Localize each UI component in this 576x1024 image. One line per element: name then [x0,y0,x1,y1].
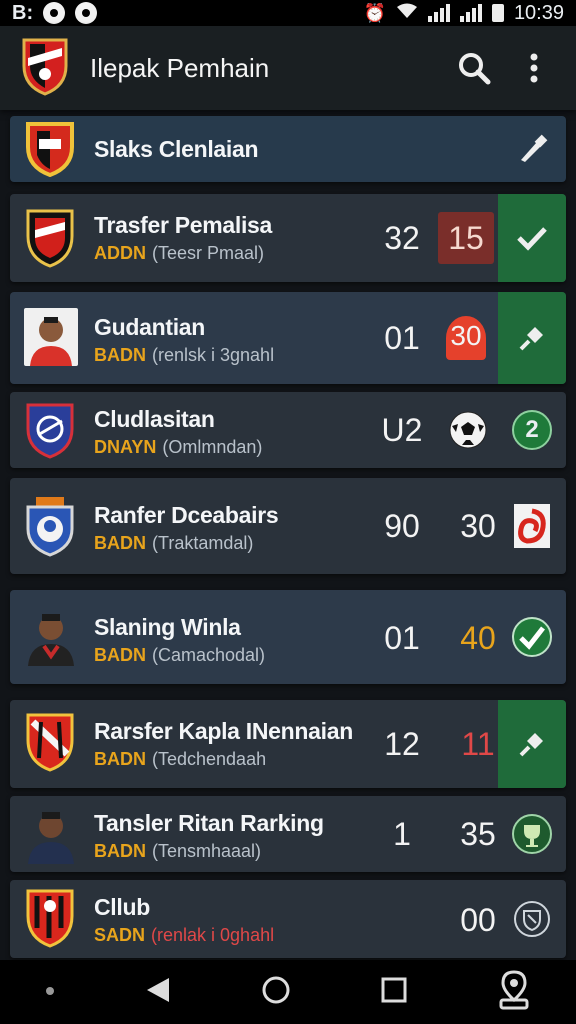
app-logo-icon [20,36,70,101]
row-name: Trasfer Pemalisa [94,212,273,238]
row-name: Slaks Clenlaian [94,136,259,162]
shield-icon[interactable] [498,880,566,958]
row-tag: DNAYN [94,437,157,457]
status-time: 10:39 [513,1,564,24]
pin-icon[interactable] [498,292,566,384]
location-icon[interactable] [497,969,531,1015]
row-sub: (Omlmndan) [162,437,263,457]
stat-value: 1 [393,816,411,852]
signal-icon [427,4,450,22]
wifi-icon [396,2,418,25]
row-tag: BADN [94,645,146,665]
row-name: Rarsfer Kapla INennaian [94,718,353,744]
club-badge-icon[interactable] [498,478,566,574]
stat-value: 01 [384,620,420,656]
check-circle-icon[interactable] [498,590,566,684]
list-item[interactable]: Cludlasitan DNAYN (Omlmndan) U2 2 [10,392,566,468]
row-tag: BADN [94,749,146,769]
back-icon[interactable] [145,976,171,1009]
row-name: Cllub [94,894,150,920]
stat-value: 12 [384,726,420,762]
more-vert-icon[interactable] [512,46,556,90]
alarm-icon: ⏰ [363,2,386,23]
row-name: Ranfer Dceabairs [94,502,279,528]
list-item[interactable]: Tansler Ritan Rarking BADN (Tensmhaaal) 1… [10,796,566,872]
score-value: 15 [448,220,484,256]
dot-icon [45,983,55,1001]
check-icon[interactable] [498,194,566,282]
pin-icon[interactable] [498,700,566,788]
recents-icon[interactable] [381,977,407,1008]
app-bar: Ilepak Pemhain [0,26,576,110]
list-item[interactable]: Slaning Winla BADN (Camachodal) 01 40 [10,590,566,684]
list-item[interactable]: Trasfer Pemalisa ADDN (Teesr Pmaal) 32 15 [10,194,566,282]
row-sub: (Traktamdal) [152,533,254,553]
row-tag: BADN [94,345,146,365]
signal-icon [459,4,482,22]
club-crest-icon [24,497,76,557]
row-tag: BADN [94,533,146,553]
list-item[interactable]: Ranfer Dceabairs BADN (Traktamdal) 90 30 [10,478,566,574]
row-sub: (renlak i 0ghahl [151,925,275,945]
home-icon[interactable] [261,975,291,1010]
stat-value: 32 [384,220,420,256]
stat-value: 90 [384,508,420,544]
club-crest-icon [24,889,76,948]
row-tag: ADDN [94,243,146,263]
row-name: Slaning Winla [94,614,241,640]
list-item[interactable]: Cllub SADN (renlak i 0ghahl 00 [10,880,566,958]
row-name: Cludlasitan [94,406,215,432]
player-avatar [24,804,78,864]
number-two-icon[interactable]: 2 [498,392,566,468]
status-left-text: B: [12,1,34,24]
battery-icon [491,4,504,22]
list-item[interactable]: Rarsfer Kapla INennaian BADN (Tedchendaah… [10,700,566,788]
list-item[interactable]: Gudantian BADN (renlsk i 3gnahl 01 30 [10,292,566,384]
club-crest-icon [24,209,76,268]
stat-value: 01 [384,320,420,356]
notification-icon [43,2,66,24]
club-crest-icon [24,713,76,772]
row-tag: BADN [94,841,146,861]
notification-icon [75,2,98,24]
row-name: Gudantian [94,314,206,340]
trophy-icon[interactable] [498,796,566,872]
club-crest-icon [24,121,76,177]
row-sub: (Tedchendaah [152,749,267,769]
player-avatar [24,606,78,666]
list-item[interactable]: Slaks Clenlaian [10,116,566,182]
row-tag: SADN [94,925,146,945]
row-sub: (Tensmhaaal) [152,841,262,861]
row-sub: (renlsk i 3gnahl [152,345,275,365]
pencil-icon[interactable] [498,116,566,182]
stat-value: U2 [381,412,423,448]
football-icon [448,410,488,455]
player-avatar [24,308,78,366]
search-icon[interactable] [452,46,496,90]
row-sub: (Camachodal) [152,645,266,665]
row-name: Tansler Ritan Rarking [94,810,324,836]
score-value: 30 [450,320,482,351]
page-title: Ilepak Pemhain [90,52,270,83]
club-crest-icon [24,402,76,459]
status-bar: B: ⏰ 10:39 [0,0,576,26]
row-sub: (Teesr Pmaal) [152,243,265,263]
navigation-bar [0,960,576,1024]
